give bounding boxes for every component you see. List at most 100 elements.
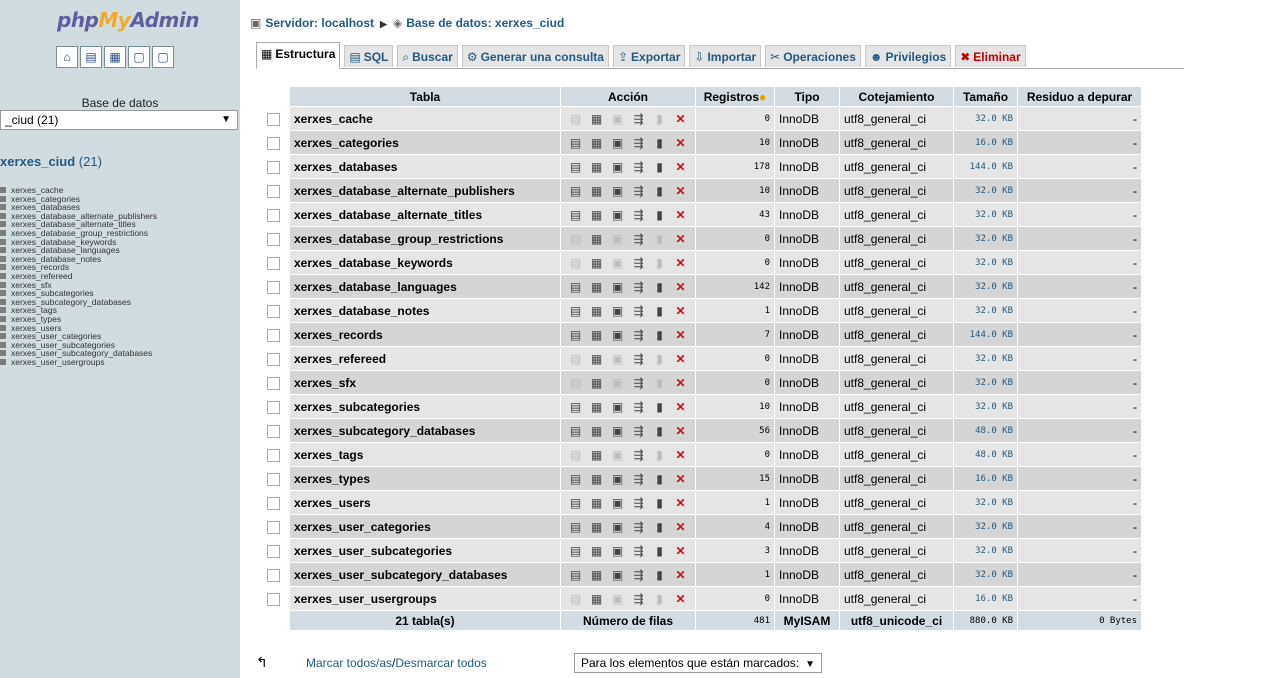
size-cell[interactable]: 32.0 KB [954,107,1017,130]
table-name[interactable]: xerxes_sfx [290,371,560,394]
size-cell[interactable]: 16.0 KB [954,467,1017,490]
structure-icon[interactable]: ▦ [586,112,607,126]
insert-icon[interactable]: ⇶ [628,520,649,534]
structure-icon[interactable]: ▦ [586,352,607,366]
docs-icon[interactable]: ▢ [128,46,150,68]
database-select[interactable]: _ciud (21) ▼ [0,110,238,130]
empty-icon[interactable]: ▮ [649,352,670,366]
search-icon[interactable]: ▣ [607,376,628,390]
search-icon[interactable]: ▣ [607,280,628,294]
empty-icon[interactable]: ▮ [649,424,670,438]
search-icon[interactable]: ▣ [607,232,628,246]
row-checkbox[interactable] [266,496,280,510]
row-checkbox[interactable] [266,352,280,366]
phpmyadmin-logo[interactable]: phpMyAdmin [57,8,199,32]
search-icon[interactable]: ▣ [607,592,628,606]
drop-icon[interactable]: ✕ [670,376,691,390]
empty-icon[interactable]: ▮ [649,544,670,558]
tab-operaciones[interactable]: ✂ Operaciones [765,45,861,67]
insert-icon[interactable]: ⇶ [628,544,649,558]
structure-icon[interactable]: ▦ [586,160,607,174]
row-checkbox[interactable] [266,208,280,222]
search-icon[interactable]: ▣ [607,448,628,462]
drop-icon[interactable]: ✕ [670,472,691,486]
browse-icon[interactable]: ▤ [565,448,586,462]
row-checkbox[interactable] [266,256,280,270]
table-name[interactable]: xerxes_user_subcategory_databases [290,563,560,586]
search-icon[interactable]: ▣ [607,208,628,222]
insert-icon[interactable]: ⇶ [628,328,649,342]
structure-icon[interactable]: ▦ [586,544,607,558]
search-icon[interactable]: ▣ [607,136,628,150]
current-database-link[interactable]: xerxes_ciud (21) [0,154,102,169]
row-checkbox[interactable] [266,592,280,606]
search-icon[interactable]: ▣ [607,400,628,414]
search-icon[interactable]: ▣ [607,496,628,510]
empty-icon[interactable]: ▮ [649,568,670,582]
table-name[interactable]: xerxes_tags [290,443,560,466]
table-name[interactable]: xerxes_database_alternate_titles [290,203,560,226]
structure-icon[interactable]: ▦ [586,304,607,318]
empty-icon[interactable]: ▮ [649,160,670,174]
size-cell[interactable]: 32.0 KB [954,179,1017,202]
insert-icon[interactable]: ⇶ [628,448,649,462]
insert-icon[interactable]: ⇶ [628,256,649,270]
browse-icon[interactable]: ▤ [565,424,586,438]
header-type[interactable]: Tipo [775,87,839,106]
help-icon[interactable]: ● [759,90,766,104]
table-name[interactable]: xerxes_user_subcategories [290,539,560,562]
empty-icon[interactable]: ▮ [649,304,670,318]
row-checkbox[interactable] [266,184,280,198]
table-name[interactable]: xerxes_databases [290,155,560,178]
structure-icon[interactable]: ▦ [586,400,607,414]
insert-icon[interactable]: ⇶ [628,112,649,126]
table-name[interactable]: xerxes_database_notes [290,299,560,322]
drop-icon[interactable]: ✕ [670,424,691,438]
size-cell[interactable]: 32.0 KB [954,227,1017,250]
row-checkbox[interactable] [266,568,280,582]
insert-icon[interactable]: ⇶ [628,304,649,318]
drop-icon[interactable]: ✕ [670,304,691,318]
drop-icon[interactable]: ✕ [670,352,691,366]
sql-icon[interactable]: ▦ [104,46,126,68]
browse-icon[interactable]: ▤ [565,256,586,270]
sidebar-table-item[interactable]: xerxes_user_usergroups [0,357,157,367]
table-name[interactable]: xerxes_subcategory_databases [290,419,560,442]
table-name[interactable]: xerxes_refereed [290,347,560,370]
browse-icon[interactable]: ▤ [565,328,586,342]
empty-icon[interactable]: ▮ [649,208,670,222]
search-icon[interactable]: ▣ [607,256,628,270]
size-cell[interactable]: 144.0 KB [954,323,1017,346]
empty-icon[interactable]: ▮ [649,112,670,126]
table-name[interactable]: xerxes_categories [290,131,560,154]
browse-icon[interactable]: ▤ [565,376,586,390]
browse-icon[interactable]: ▤ [565,208,586,222]
drop-icon[interactable]: ✕ [670,280,691,294]
search-icon[interactable]: ▣ [607,520,628,534]
table-name[interactable]: xerxes_user_usergroups [290,587,560,610]
browse-icon[interactable]: ▤ [565,544,586,558]
table-name[interactable]: xerxes_users [290,491,560,514]
browse-icon[interactable]: ▤ [565,592,586,606]
drop-icon[interactable]: ✕ [670,544,691,558]
table-name[interactable]: xerxes_database_keywords [290,251,560,274]
structure-icon[interactable]: ▦ [586,136,607,150]
insert-icon[interactable]: ⇶ [628,232,649,246]
tab-buscar[interactable]: ⌕ Buscar [397,45,458,67]
browse-icon[interactable]: ▤ [565,232,586,246]
structure-icon[interactable]: ▦ [586,496,607,510]
row-checkbox[interactable] [266,520,280,534]
empty-icon[interactable]: ▮ [649,280,670,294]
size-cell[interactable]: 32.0 KB [954,251,1017,274]
insert-icon[interactable]: ⇶ [628,592,649,606]
header-table[interactable]: Tabla [290,87,560,106]
insert-icon[interactable]: ⇶ [628,208,649,222]
tab-generar-una-consulta[interactable]: ⚙ Generar una consulta [461,45,609,67]
insert-icon[interactable]: ⇶ [628,400,649,414]
search-icon[interactable]: ▣ [607,424,628,438]
structure-icon[interactable]: ▦ [586,592,607,606]
bulk-action-select[interactable]: Para los elementos que están marcados: ▼ [574,653,823,673]
structure-icon[interactable]: ▦ [586,208,607,222]
search-icon[interactable]: ▣ [607,544,628,558]
size-cell[interactable]: 16.0 KB [954,587,1017,610]
